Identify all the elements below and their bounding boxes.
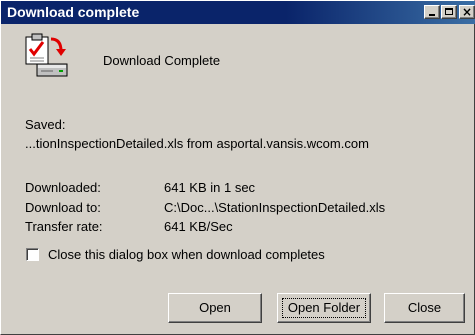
close-on-complete-label[interactable]: Close this dialog box when download comp… (48, 247, 325, 262)
download-to-value: C:\Doc...\StationInspectionDetailed.xls (164, 200, 386, 215)
open-button[interactable]: Open (168, 293, 262, 323)
downloaded-label: Downloaded: (25, 180, 101, 195)
maximize-icon (445, 8, 453, 15)
download-complete-dialog: Download complete × Download Complete Sa… (0, 0, 475, 335)
downloaded-value: 641 KB in 1 sec (164, 180, 256, 195)
download-to-label: Download to: (25, 200, 101, 215)
minimize-button[interactable] (424, 5, 440, 19)
title-bar[interactable]: Download complete × (1, 1, 475, 24)
open-folder-button[interactable]: Open Folder (277, 293, 371, 323)
title-close-button[interactable]: × (459, 5, 475, 19)
maximize-button[interactable] (441, 5, 457, 19)
close-button[interactable]: Close (384, 293, 465, 323)
transfer-rate-label: Transfer rate: (25, 219, 103, 234)
transfer-rate-value: 641 KB/Sec (164, 219, 233, 234)
download-complete-icon (23, 31, 69, 79)
saved-file-source: ...tionInspectionDetailed.xls from aspor… (25, 136, 369, 151)
download-complete-heading: Download Complete (103, 53, 221, 68)
saved-label: Saved: (25, 117, 66, 132)
close-icon: × (462, 5, 473, 19)
focus-rectangle (282, 298, 366, 318)
minimize-icon (429, 14, 435, 16)
window-title: Download complete (7, 4, 140, 20)
close-on-complete-checkbox[interactable] (26, 248, 39, 261)
